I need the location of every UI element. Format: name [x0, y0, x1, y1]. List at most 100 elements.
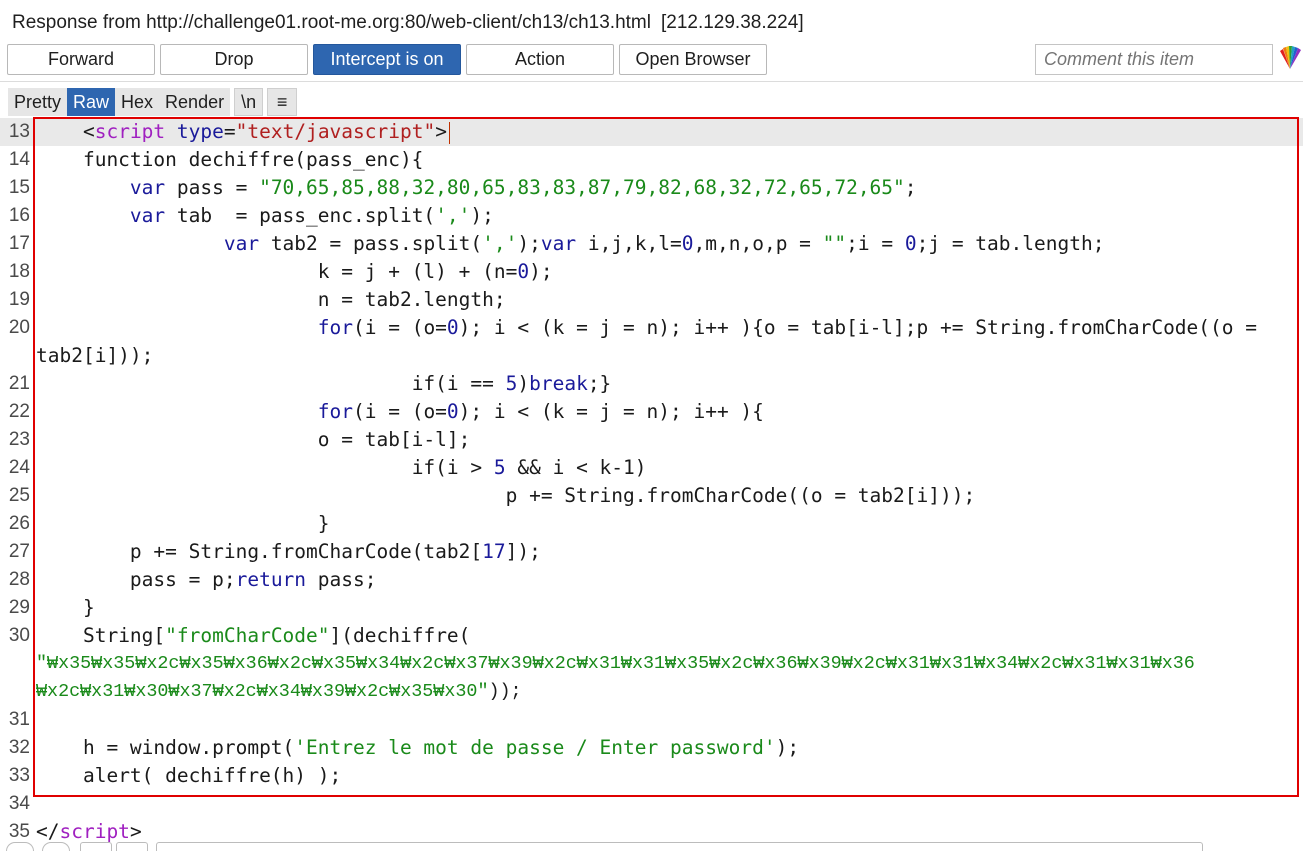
code-token: p += String.fromCharCode((o = tab2[i]));: [505, 484, 976, 507]
code-line: 32 h = window.prompt('Entrez le mot de p…: [0, 734, 1303, 762]
server-ip: [212.129.38.224]: [660, 12, 804, 33]
forward-nav-button[interactable]: [116, 842, 148, 851]
code-token: ](dechiffre(: [329, 624, 471, 647]
request-url: Response from http://challenge01.root-me…: [12, 12, 651, 33]
line-number: 22: [8, 401, 30, 422]
line-number: 29: [8, 597, 30, 618]
code-token: </: [36, 820, 60, 843]
tab-hex[interactable]: Hex: [115, 88, 160, 116]
line-content: function dechiffre(pass_enc){: [36, 148, 424, 171]
code-token: 5: [505, 372, 518, 395]
intercept-toggle-button[interactable]: Intercept is on: [313, 44, 461, 75]
help-icon[interactable]: [6, 842, 34, 851]
code-token: for: [317, 316, 353, 339]
code-token: 0: [904, 232, 917, 255]
code-line: 20 for(i = (o=0); i < (k = j = n); i++ )…: [0, 314, 1303, 370]
line-number: 18: [8, 261, 30, 282]
line-number: 23: [8, 429, 30, 450]
line-content: }: [36, 510, 330, 538]
message-title: Response from http://challenge01.root-me…: [12, 12, 804, 34]
code-token: 5: [493, 456, 506, 479]
line-number: 26: [8, 513, 30, 534]
code-token: );: [775, 736, 800, 759]
line-content: p += String.fromCharCode(tab2[17]);: [36, 538, 541, 566]
raw-message-editor[interactable]: 13 <script type="text/javascript"> 14 fu…: [0, 118, 1303, 851]
code-token: ',': [482, 232, 518, 255]
code-line: 14 function dechiffre(pass_enc){: [0, 146, 1303, 174]
code-token: "70,65,85,88,32,80,65,83,83,87,79,82,68,…: [259, 176, 905, 199]
code-token: }: [317, 512, 330, 535]
line-content: h = window.prompt('Entrez le mot de pass…: [36, 734, 799, 762]
line-content: alert( dechiffre(h) );: [36, 762, 341, 790]
line-content: o = tab[i-l];: [36, 426, 471, 454]
drop-button[interactable]: Drop: [160, 44, 308, 75]
code-line: 24 if(i > 5 && i < k-1): [0, 454, 1303, 482]
code-token: var: [129, 204, 166, 227]
code-token: );: [517, 232, 541, 255]
wrapped-line-content: "₩x35₩x35₩x2c₩x35₩x36₩x2c₩x35₩x34₩x2c₩x3…: [36, 653, 1195, 674]
code-token: ): [517, 372, 530, 395]
line-content: var tab2 = pass.split(',');var i,j,k,l=0…: [36, 230, 1105, 258]
code-token: );: [470, 204, 494, 227]
code-line: 16 var tab = pass_enc.split(',');: [0, 202, 1303, 230]
line-number: 14: [8, 149, 30, 170]
highlight-color-icon[interactable]: [1278, 45, 1302, 73]
line-number: 15: [8, 177, 30, 198]
line-content: for(i = (o=0); i < (k = j = n); i++ ){o …: [36, 314, 1257, 342]
line-number: 31: [8, 709, 30, 730]
line-number: 25: [8, 485, 30, 506]
code-token: k = j + (l) + (n=: [317, 260, 518, 283]
menu-icon[interactable]: ≡: [267, 88, 298, 116]
tab-pretty[interactable]: Pretty: [8, 88, 68, 116]
code-token: h = window.prompt(: [82, 736, 295, 759]
line-content: }: [36, 594, 95, 622]
line-content: p += String.fromCharCode((o = tab2[i]));: [36, 482, 976, 510]
code-token: ;}: [587, 372, 612, 395]
code-token: }: [82, 596, 95, 619]
search-input[interactable]: [156, 842, 1203, 851]
toolbar-divider: [0, 81, 1303, 82]
back-button[interactable]: [80, 842, 112, 851]
settings-icon[interactable]: [42, 842, 70, 851]
code-token: >: [435, 120, 447, 143]
code-line: 18 k = j + (l) + (n=0);: [0, 258, 1303, 286]
show-newlines-button[interactable]: \n: [234, 88, 264, 116]
open-browser-button[interactable]: Open Browser: [619, 44, 767, 75]
code-token: );: [529, 260, 553, 283]
code-token: ',': [435, 204, 471, 227]
code-token: ]);: [505, 540, 541, 563]
code-token: 17: [482, 540, 506, 563]
code-token: pass =: [165, 176, 260, 199]
line-content: for(i = (o=0); i < (k = j = n); i++ ){: [36, 398, 764, 426]
code-line: 15 var pass = "70,65,85,88,32,80,65,83,8…: [0, 174, 1303, 202]
tab-render[interactable]: Render: [159, 88, 231, 116]
code-token: var: [129, 176, 166, 199]
forward-button[interactable]: Forward: [7, 44, 155, 75]
code-token: && i < k-1): [505, 456, 647, 479]
line-content: <script type="text/javascript">: [36, 118, 450, 146]
code-token: ); i < (k = j = n); i++ ){: [458, 400, 764, 423]
code-token: pass;: [306, 568, 377, 591]
line-content: n = tab2.length;: [36, 286, 506, 314]
code-token: if(i ==: [411, 372, 506, 395]
text-cursor: [448, 121, 450, 144]
line-content: if(i == 5)break;}: [36, 370, 612, 398]
code-line: 17 var tab2 = pass.split(',');var i,j,k,…: [0, 230, 1303, 258]
code-token: type: [176, 120, 224, 143]
line-number: 30: [8, 625, 30, 646]
line-content: if(i > 5 && i < k-1): [36, 454, 647, 482]
code-line: 30 String["fromCharCode"](dechiffre( "₩x…: [0, 622, 1303, 706]
code-line: 21 if(i == 5)break;}: [0, 370, 1303, 398]
tab-raw[interactable]: Raw: [67, 88, 116, 116]
line-number: 28: [8, 569, 30, 590]
view-tab-bar: Pretty Raw Hex Render \n ≡: [8, 88, 298, 116]
code-token: 'Entrez le mot de passe / Enter password…: [294, 736, 776, 759]
code-token: script: [59, 820, 130, 843]
code-token: i,j,k,l=: [576, 232, 682, 255]
action-button[interactable]: Action: [466, 44, 614, 75]
line-number: 32: [8, 737, 30, 758]
code-token: 0: [446, 400, 459, 423]
comment-input[interactable]: [1035, 44, 1273, 75]
code-token: alert( dechiffre(h) );: [82, 764, 342, 787]
code-line: 31: [0, 706, 1303, 734]
